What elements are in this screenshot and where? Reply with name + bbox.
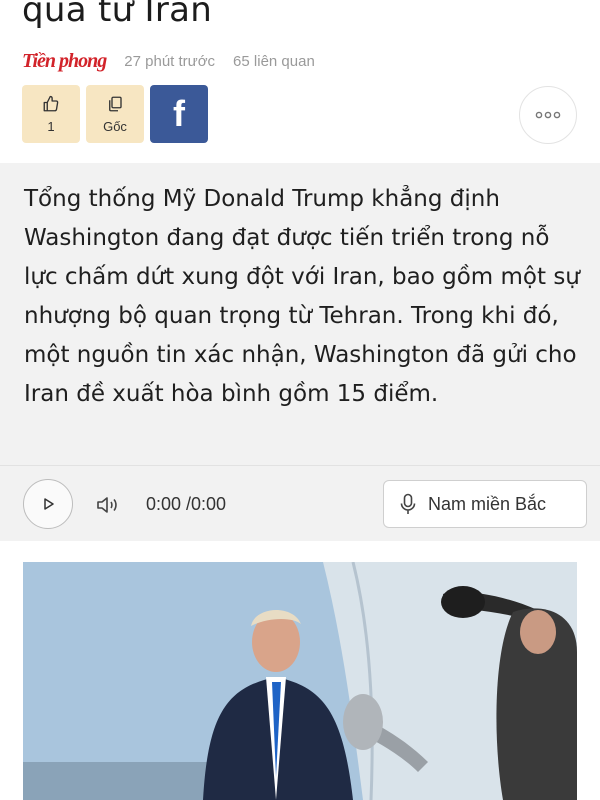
more-dots-icon — [535, 111, 561, 119]
play-button[interactable] — [23, 479, 73, 529]
facebook-icon: f — [173, 93, 185, 134]
volume-icon[interactable] — [96, 494, 120, 516]
article-summary: Tổng thống Mỹ Donald Trump khẳng định Wa… — [24, 186, 580, 407]
audio-time: 0:00 /0:00 — [146, 494, 227, 514]
more-options-button[interactable] — [519, 86, 577, 144]
copy-icon — [109, 96, 122, 111]
microphone-icon — [400, 493, 416, 514]
article-title: quà từ Iran — [22, 0, 213, 30]
article-photo — [23, 562, 577, 800]
original-button[interactable]: Gốc — [86, 85, 144, 143]
play-icon — [44, 498, 54, 510]
thumbs-up-icon — [43, 95, 59, 111]
facebook-share-button[interactable]: f — [150, 85, 208, 143]
original-label: Gốc — [103, 118, 127, 134]
like-count: 1 — [47, 118, 55, 134]
article-meta: Tiền phong 27 phút trước 65 liên quan — [22, 47, 315, 75]
article-summary-box: Tổng thống Mỹ Donald Trump khẳng định Wa… — [0, 163, 600, 541]
player-divider — [0, 465, 600, 466]
like-button[interactable]: 1 — [22, 85, 80, 143]
voice-select-button[interactable]: Nam miền Bắc — [383, 480, 587, 528]
source-logo[interactable]: Tiền phong — [22, 51, 107, 71]
action-bar: 1 Gốc f — [22, 85, 208, 143]
time-ago: 27 phút trước — [124, 52, 216, 70]
voice-label: Nam miền Bắc — [428, 493, 547, 514]
related-link[interactable]: 65 liên quan — [233, 53, 315, 70]
article-photo-illustration — [23, 562, 577, 800]
